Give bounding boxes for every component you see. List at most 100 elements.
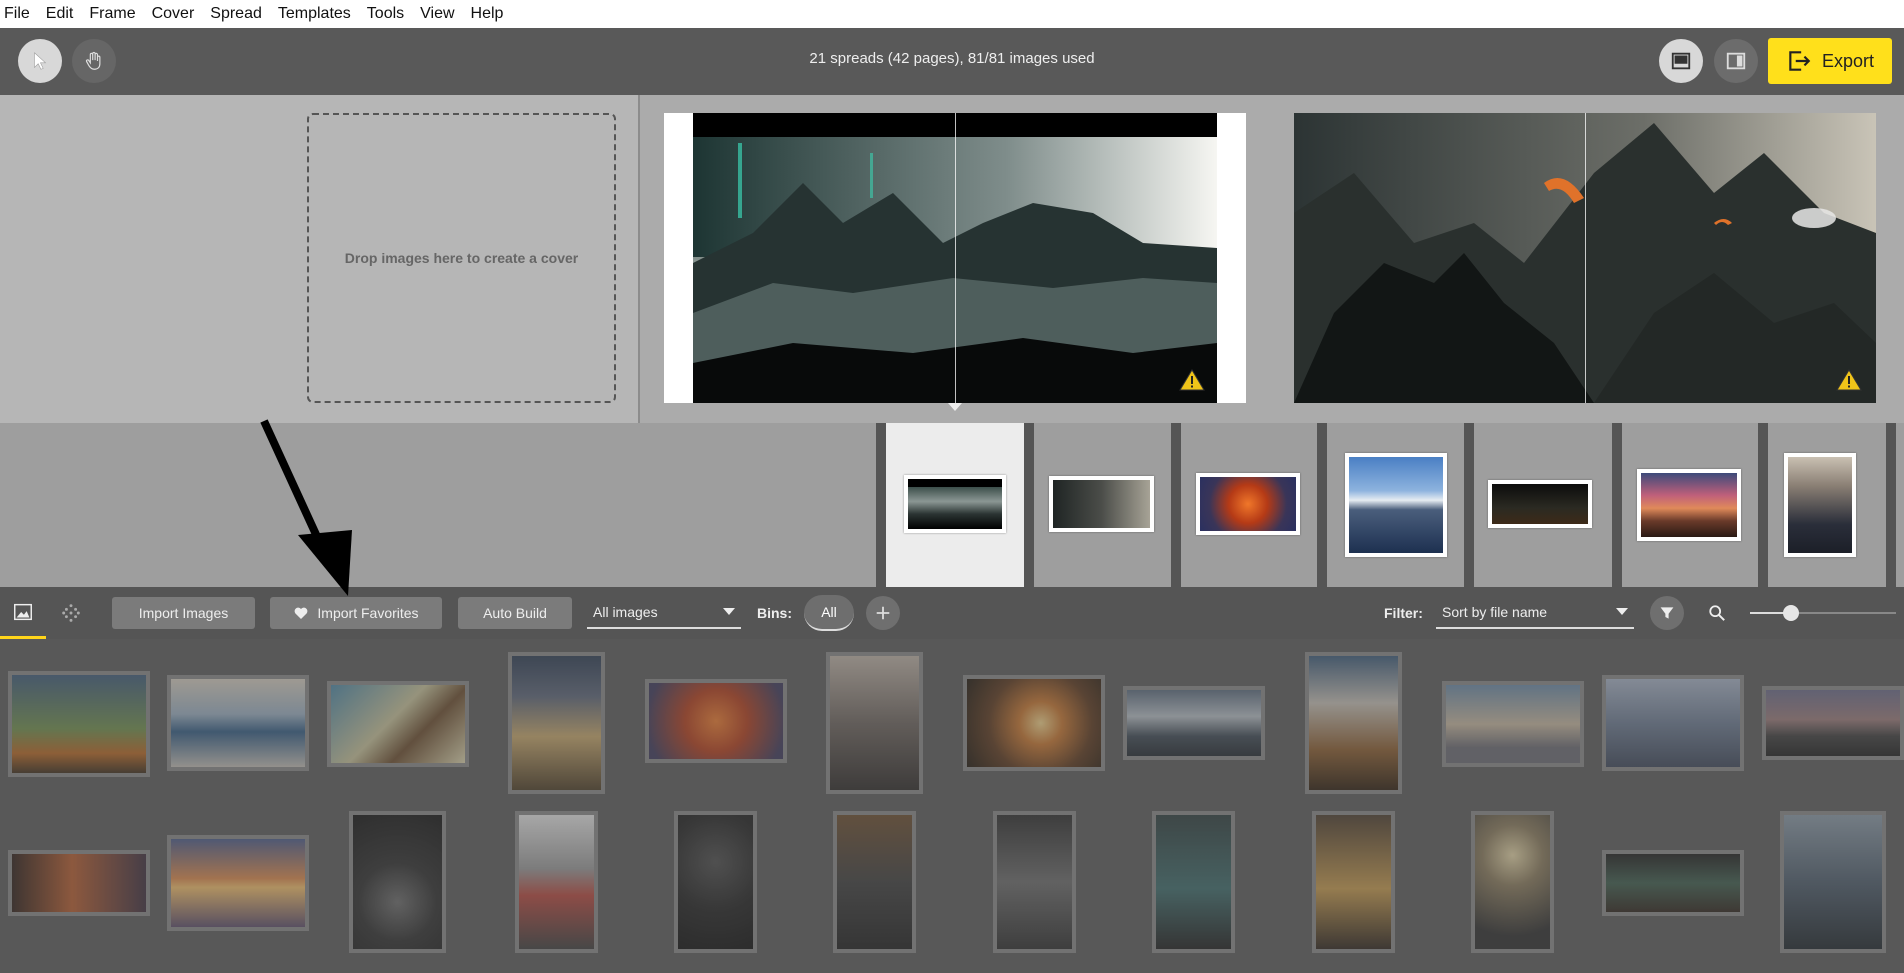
strip-spread-2[interactable] xyxy=(1034,423,1171,587)
image-bin-toolbar: Import Images Import Favorites Auto Buil… xyxy=(0,587,1904,639)
image-thumbnail[interactable] xyxy=(1780,811,1886,953)
spread-marker-icon xyxy=(948,403,962,411)
strip-divider xyxy=(1758,423,1768,587)
spread-canvas: Drop images here to create a cover xyxy=(0,95,1904,423)
auto-build-label: Auto Build xyxy=(483,605,547,621)
menu-templates[interactable]: Templates xyxy=(270,0,359,28)
search-button[interactable] xyxy=(1700,596,1734,630)
dots-pattern-icon xyxy=(62,604,80,622)
add-bin-button[interactable] xyxy=(866,596,900,630)
image-thumbnail[interactable] xyxy=(993,811,1076,953)
strip-thumbnail[interactable] xyxy=(904,475,1006,533)
strip-spread-5[interactable] xyxy=(1474,423,1612,587)
strip-thumbnail[interactable] xyxy=(1196,473,1300,535)
image-thumbnail[interactable] xyxy=(963,675,1105,771)
image-bin-grid xyxy=(0,639,1904,973)
strip-thumbnail[interactable] xyxy=(1345,453,1447,557)
menu-file[interactable]: File xyxy=(0,0,38,28)
image-thumbnail[interactable] xyxy=(8,850,150,916)
tab-images[interactable] xyxy=(0,587,46,639)
image-thumbnail[interactable] xyxy=(349,811,446,953)
slider-handle[interactable] xyxy=(1783,605,1799,621)
menu-edit[interactable]: Edit xyxy=(38,0,82,28)
import-favorites-button[interactable]: Import Favorites xyxy=(270,597,442,629)
strip-divider xyxy=(1886,423,1896,587)
cover-drop-zone[interactable]: Drop images here to create a cover xyxy=(307,113,616,403)
strip-thumbnail[interactable] xyxy=(1784,453,1856,557)
spread-view-icon xyxy=(1671,52,1691,70)
strip-divider xyxy=(1464,423,1474,587)
menu-cover[interactable]: Cover xyxy=(144,0,203,28)
image-thumbnail[interactable] xyxy=(1442,681,1584,767)
menu-view[interactable]: View xyxy=(412,0,462,28)
image-thumbnail[interactable] xyxy=(1471,811,1554,953)
sort-dropdown[interactable]: Sort by file name xyxy=(1436,597,1634,629)
strip-spread-7[interactable] xyxy=(1768,423,1886,587)
menu-spread[interactable]: Spread xyxy=(202,0,270,28)
menu-help[interactable]: Help xyxy=(463,0,512,28)
strip-spread-4[interactable] xyxy=(1327,423,1464,587)
image-thumbnail[interactable] xyxy=(1602,850,1744,916)
strip-divider xyxy=(1612,423,1622,587)
warning-icon xyxy=(1836,369,1862,391)
image-thumbnail[interactable] xyxy=(1602,675,1744,771)
image-thumbnail[interactable] xyxy=(8,671,150,777)
thumbnail-size-slider[interactable] xyxy=(1750,605,1896,621)
strip-thumbnail[interactable] xyxy=(1637,469,1741,541)
caret-down-icon xyxy=(1616,608,1628,615)
spread-1[interactable] xyxy=(664,113,1246,411)
bin-all-label: All xyxy=(821,604,837,620)
image-thumbnail[interactable] xyxy=(826,652,923,794)
bins-label: Bins: xyxy=(757,605,792,621)
plus-icon xyxy=(876,606,890,620)
warning-icon xyxy=(1179,369,1205,391)
funnel-icon xyxy=(1660,607,1674,619)
spread-1-spine xyxy=(955,113,956,403)
filter-button[interactable] xyxy=(1650,596,1684,630)
spread-2-spine xyxy=(1585,113,1586,403)
strip-thumbnail[interactable] xyxy=(1049,476,1154,532)
project-status-text: 21 spreads (42 pages), 81/81 images used xyxy=(809,50,1095,67)
strip-divider xyxy=(876,423,886,587)
import-images-button[interactable]: Import Images xyxy=(112,597,255,629)
spread-2[interactable] xyxy=(1294,113,1876,403)
image-thumbnail[interactable] xyxy=(1312,811,1395,953)
menu-tools[interactable]: Tools xyxy=(359,0,412,28)
image-thumbnail[interactable] xyxy=(1152,811,1235,953)
cover-drop-text: Drop images here to create a cover xyxy=(344,250,579,266)
page-view-icon xyxy=(1726,52,1746,70)
spread-view-button[interactable] xyxy=(1659,39,1703,83)
image-thumbnail[interactable] xyxy=(1123,686,1265,760)
image-thumbnail[interactable] xyxy=(508,652,605,794)
import-favorites-label: Import Favorites xyxy=(317,605,419,621)
image-thumbnail[interactable] xyxy=(645,679,787,763)
export-icon xyxy=(1789,51,1811,71)
export-label: Export xyxy=(1821,50,1875,71)
image-thumbnail[interactable] xyxy=(1305,652,1402,794)
spread-strip xyxy=(0,423,1904,587)
strip-spread-6[interactable] xyxy=(1622,423,1758,587)
strip-spread-1[interactable] xyxy=(886,423,1024,587)
main-toolbar: 21 spreads (42 pages), 81/81 images used… xyxy=(0,28,1904,95)
filter-label: Filter: xyxy=(1384,605,1423,621)
strip-spread-3[interactable] xyxy=(1181,423,1317,587)
sort-value: Sort by file name xyxy=(1442,604,1548,620)
page-view-button[interactable] xyxy=(1714,39,1758,83)
bin-all-chip[interactable]: All xyxy=(804,595,854,631)
strip-divider xyxy=(1171,423,1181,587)
image-thumbnail[interactable] xyxy=(515,811,598,953)
image-thumbnail[interactable] xyxy=(1762,686,1904,760)
image-thumbnail[interactable] xyxy=(167,835,309,931)
cover-zone: Drop images here to create a cover xyxy=(0,95,640,423)
export-button[interactable]: Export xyxy=(1768,38,1892,84)
image-thumbnail[interactable] xyxy=(167,675,309,771)
strip-thumbnail[interactable] xyxy=(1488,480,1592,528)
images-filter-dropdown[interactable]: All images xyxy=(587,597,741,629)
menu-frame[interactable]: Frame xyxy=(81,0,143,28)
image-thumbnail[interactable] xyxy=(327,681,469,767)
images-filter-value: All images xyxy=(593,604,658,620)
image-thumbnail[interactable] xyxy=(833,811,916,953)
image-thumbnail[interactable] xyxy=(674,811,757,953)
auto-build-button[interactable]: Auto Build xyxy=(458,597,572,629)
tab-backgrounds[interactable] xyxy=(48,587,94,639)
